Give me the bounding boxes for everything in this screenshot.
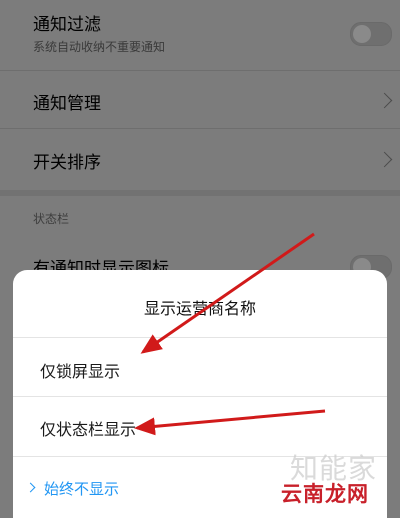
arrow-to-statusbar-option xyxy=(134,409,326,436)
arrow-to-lockscreen-option xyxy=(140,232,315,354)
annotation-arrows xyxy=(134,232,326,436)
